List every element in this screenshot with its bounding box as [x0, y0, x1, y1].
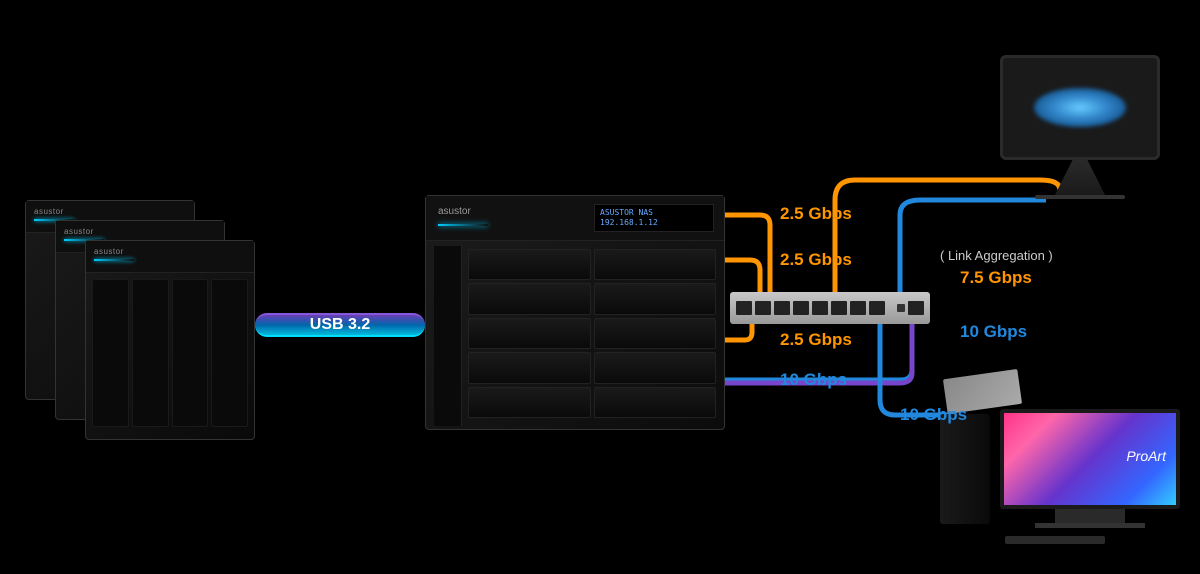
switch-port	[850, 301, 866, 315]
imac-base	[1035, 195, 1125, 199]
imac-workstation	[1000, 55, 1160, 199]
monitor-brand-label: ProArt	[1126, 448, 1166, 464]
switch-port	[869, 301, 885, 315]
imac-stand	[1055, 160, 1105, 195]
speed-label-2-5g-1: 2.5 Gbps	[780, 204, 852, 224]
nas-brand-label: asustor	[64, 227, 94, 236]
monitor-base	[1035, 523, 1145, 528]
drive-bay	[211, 279, 248, 427]
switch-port	[812, 301, 828, 315]
usb-label: USB 3.2	[310, 316, 370, 334]
speed-label-aggregated: 7.5 Gbps	[960, 268, 1032, 288]
drive-bay	[468, 283, 591, 314]
speed-label-2-5g-2: 2.5 Gbps	[780, 250, 852, 270]
proart-monitor: ProArt	[1000, 409, 1180, 524]
lcd-display: ASUSTOR NAS 192.168.1.12	[594, 204, 714, 232]
switch-port	[774, 301, 790, 315]
led-indicator	[94, 259, 134, 261]
nas-side-panel	[434, 246, 462, 426]
drive-bay	[594, 387, 717, 418]
expansion-nas-3: asustor	[85, 240, 255, 440]
keyboard	[1005, 536, 1105, 544]
speed-label-2-5g-3: 2.5 Gbps	[780, 330, 852, 350]
switch-port	[736, 301, 752, 315]
drive-bay	[594, 352, 717, 383]
nas-brand-label: asustor	[34, 207, 64, 216]
network-switch	[730, 292, 930, 324]
proart-workstation: ProArt	[930, 384, 1180, 544]
drive-bay	[172, 279, 209, 427]
monitor-stand	[1055, 509, 1125, 523]
usb-connection: USB 3.2	[255, 305, 425, 345]
drive-bay	[468, 352, 591, 383]
desktop-tower	[940, 414, 990, 524]
proart-screen: ProArt	[1000, 409, 1180, 509]
imac-screen	[1000, 55, 1160, 160]
switch-port	[831, 301, 847, 315]
switch-port	[755, 301, 771, 315]
lcd-line-2: 192.168.1.12	[600, 218, 708, 228]
led-indicator	[438, 224, 488, 226]
nas-brand-label: asustor	[438, 206, 471, 217]
drive-bay	[594, 283, 717, 314]
drive-bay	[468, 387, 591, 418]
link-aggregation-note: ( Link Aggregation )	[940, 248, 1053, 263]
drive-bay	[468, 249, 591, 280]
switch-port	[908, 301, 924, 315]
drive-bay	[594, 318, 717, 349]
main-nas: asustor ASUSTOR NAS 192.168.1.12	[425, 195, 725, 430]
drive-bay	[92, 279, 129, 427]
switch-port	[793, 301, 809, 315]
drive-bay	[594, 249, 717, 280]
lcd-line-1: ASUSTOR NAS	[600, 208, 708, 218]
nas-brand-label: asustor	[94, 247, 124, 256]
drive-bay	[132, 279, 169, 427]
switch-button	[897, 304, 905, 312]
speed-label-10g-proart: 10 Gbps	[900, 405, 967, 425]
speed-label-10g-nas: 10 Gbps	[780, 370, 847, 390]
wallpaper-graphic	[1034, 88, 1126, 128]
speed-label-10g-imac: 10 Gbps	[960, 322, 1027, 342]
drive-bay	[468, 318, 591, 349]
